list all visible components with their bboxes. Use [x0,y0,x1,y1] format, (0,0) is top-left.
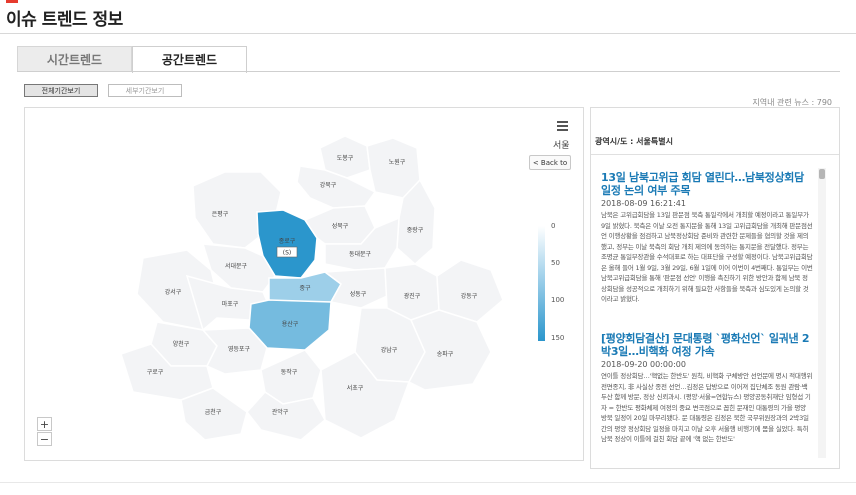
zoom-in-button[interactable]: + [37,417,52,431]
district-label: 강북구 [320,181,337,189]
district-label: 용산구 [282,320,299,328]
district-label: 금천구 [205,408,222,416]
news-panel: 광역시/도 : 서울특별시 13일 남북고위급 회담 열린다…남북정상회담 일정… [590,107,840,469]
news-divider [591,154,839,155]
district-label: 도봉구 [337,154,354,162]
article-date: 2018-09-20 00:00:00 [601,360,686,369]
zoom-out-button[interactable]: − [37,432,52,446]
highlight-marker-label: (S) [283,250,292,257]
district-label: 관악구 [272,408,289,416]
region-label: 광역시/도 : 서울특별시 [595,137,673,146]
menu-icon[interactable] [557,121,568,131]
scale-tick-label: 0 [551,222,556,230]
district-label: 마포구 [222,300,239,308]
article-headline[interactable]: 13일 남북고위급 회담 열린다…남북정상회담 일정 논의 여부 주목 [601,171,813,197]
district-label: 서대문구 [225,262,248,270]
scale-tick-label: 50 [551,259,560,267]
page-footer-line [0,482,856,483]
city-label: 서울 [553,141,570,151]
district-label: 강서구 [165,288,182,296]
article-headline[interactable]: [평양회담결산] 문대통령 `평화선언` 일궈낸 2박3일…비핵화 여정 가속 [601,332,813,358]
district-label: 종로구 [279,238,296,245]
district-label: 서초구 [347,384,364,392]
district-label: 중랑구 [407,227,424,234]
title-divider [0,33,856,34]
all-period-button[interactable]: 전체기간보기 [24,84,98,97]
seoul-map-panel: 도봉구노원구강북구은평구종로구 성북구중랑구서대문구 동대문구강서구마포구 중구성동구… [24,107,584,461]
tab-divider [17,71,840,72]
title-accent-bar [6,0,18,3]
district-label: 중구 [299,285,311,292]
page-title: 이슈 트렌드 정보 [6,10,123,30]
article-body: 남북은 고위급회담을 13일 판문점 북측 통일각에서 개최할 예정이라고 통일… [601,211,813,303]
scale-tick-label: 100 [551,296,565,304]
news-scrollbar[interactable] [818,168,826,458]
district-label: 강남구 [381,346,398,354]
district-label: 강동구 [461,292,478,300]
district-label: 동대문구 [349,250,372,258]
district-label: 양천구 [173,340,190,348]
back-to-button[interactable]: < Back to [529,155,571,170]
news-article: [평양회담결산] 문대통령 `평화선언` 일궈낸 2박3일…비핵화 여정 가속 … [601,332,813,460]
district-label: 동작구 [281,369,298,376]
tab-time-trend[interactable]: 시간트렌드 [17,46,132,72]
news-article: 13일 남북고위급 회담 열린다…남북정상회담 일정 논의 여부 주목 2018… [601,171,813,305]
district-label: 송파구 [437,350,454,358]
district-label: 은평구 [212,210,229,218]
article-date: 2018-08-09 16:21:41 [601,199,686,208]
scale-tick-label: 150 [551,334,565,342]
district-label: 영등포구 [228,345,251,353]
color-scale-bar [538,226,545,341]
seoul-district-map: 도봉구노원구강북구은평구종로구 성북구중랑구서대문구 동대문구강서구마포구 중구성동구… [120,135,504,441]
tab-space-trend[interactable]: 공간트렌드 [132,46,247,73]
district-label: 성북구 [332,222,349,230]
district-label: 광진구 [404,292,421,300]
news-scroll-thumb[interactable] [819,169,825,179]
article-body: 연이틀 정상회담…'핵없는 한반도' 원칙, 비핵화 구체방안 선언문에 명시 … [601,372,813,443]
district-label: 구로구 [147,369,164,376]
district-label: 성동구 [350,290,367,298]
detail-period-button[interactable]: 세부기간보기 [108,84,182,97]
district-label: 노원구 [389,158,406,166]
